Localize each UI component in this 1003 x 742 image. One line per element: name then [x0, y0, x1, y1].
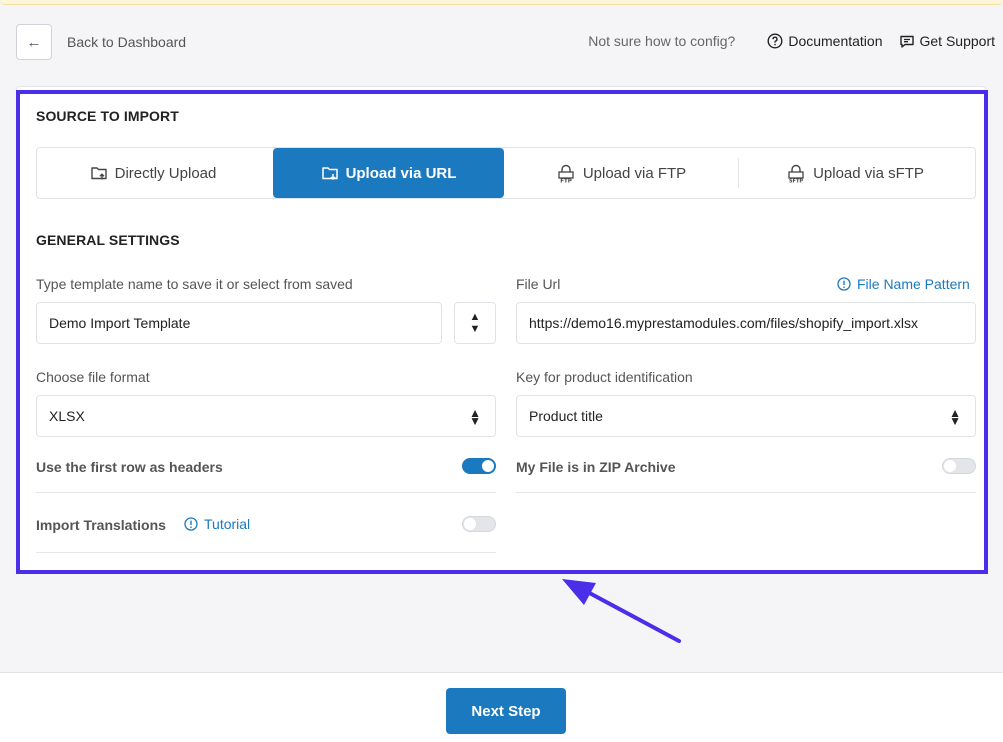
next-step-button[interactable]: Next Step: [446, 688, 566, 734]
annotation-arrowhead: [562, 579, 596, 605]
annotation-arrows: [562, 579, 724, 722]
annotation-arrow-line: [580, 587, 681, 643]
